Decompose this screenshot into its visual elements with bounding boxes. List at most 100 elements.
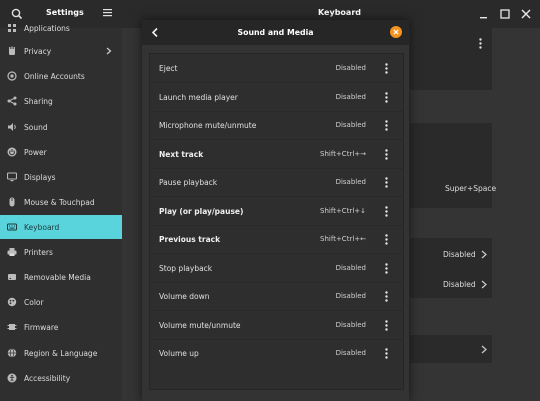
more-options-icon[interactable] — [479, 38, 482, 49]
more-options-icon[interactable] — [385, 348, 388, 359]
sidebar: Applications Privacy Online Accounts Sha… — [0, 24, 122, 401]
sidebar-item-label: Removable Media — [24, 272, 91, 282]
chevron-right-icon[interactable] — [481, 345, 487, 354]
shortcut-accel[interactable]: Disabled — [336, 264, 366, 272]
more-options-icon[interactable] — [385, 148, 388, 160]
sidebar-item-privacy[interactable]: Privacy — [0, 39, 122, 63]
sidebar-item-label: Online Accounts — [24, 71, 85, 81]
more-options-icon[interactable] — [385, 205, 388, 217]
shortcut-name: Volume mute/unmute — [159, 320, 241, 330]
list-item[interactable]: Next track Shift+Ctrl+→ — [150, 140, 403, 169]
list-item[interactable]: Volume down Disabled — [150, 282, 403, 311]
firmware-icon — [7, 324, 17, 330]
sidebar-item-online-accounts[interactable]: Online Accounts — [0, 64, 122, 88]
sidebar-item-label: Power — [24, 147, 47, 157]
shortcut-accel[interactable]: Disabled — [336, 64, 366, 72]
shortcut-name: Volume down — [159, 292, 210, 301]
shortcut-name: Next track — [159, 149, 204, 159]
at-icon — [7, 71, 17, 81]
sidebar-item-color[interactable]: Color — [0, 290, 122, 314]
sidebar-item-power[interactable]: Power — [0, 140, 122, 164]
sidebar-item-label: Region & Language — [24, 348, 98, 358]
share-icon — [7, 96, 17, 106]
sidebar-item-label: Firmware — [24, 322, 59, 332]
list-item[interactable]: Microphone mute/unmute Disabled — [150, 111, 403, 140]
options-panel — [410, 238, 492, 298]
sidebar-item-label: Applications — [24, 23, 70, 33]
sidebar-item-printers[interactable]: Printers — [0, 240, 122, 264]
shortcut-name: Eject — [159, 64, 178, 73]
chevron-right-icon[interactable] — [481, 250, 487, 259]
minimize-icon[interactable] — [478, 8, 490, 20]
sidebar-item-label: Accessibility — [24, 373, 71, 383]
shortcut-name: Previous track — [159, 235, 221, 244]
dialog-title: Sound and Media — [237, 28, 314, 37]
more-options-icon[interactable] — [385, 63, 388, 74]
shortcut-accel[interactable]: Shift+Ctrl+→ — [320, 150, 366, 158]
sidebar-item-label: Sharing — [24, 96, 53, 106]
list-item[interactable]: Play (or play/pause) Shift+Ctrl+↓ — [150, 197, 403, 226]
sidebar-item-label: Sound — [24, 122, 48, 132]
close-icon — [393, 29, 399, 35]
sidebar-item-removable-media[interactable]: Removable Media — [0, 265, 122, 289]
hand-icon — [9, 46, 15, 55]
sidebar-item-label: Displays — [24, 172, 56, 182]
chevron-right-icon[interactable] — [481, 280, 487, 289]
window-title: Keyboard — [318, 8, 361, 17]
keyboard-icon — [7, 223, 17, 231]
more-options-icon[interactable] — [385, 91, 388, 103]
more-options-icon[interactable] — [385, 319, 388, 331]
sidebar-item-firmware[interactable]: Firmware — [0, 315, 122, 339]
extra-panel — [410, 335, 492, 363]
sidebar-item-label: Privacy — [24, 46, 52, 56]
list-item[interactable]: Launch media player Disabled — [150, 83, 403, 112]
sidebar-item-applications[interactable]: Applications — [0, 16, 122, 40]
list-item[interactable]: Eject Disabled — [150, 54, 403, 83]
chevron-right-icon — [106, 47, 112, 55]
sidebar-item-accessibility[interactable]: Accessibility — [0, 366, 122, 390]
shortcut-name: Microphone mute/unmute — [159, 121, 257, 130]
close-window-icon[interactable] — [520, 8, 532, 20]
list-item[interactable]: Stop playback Disabled — [150, 254, 403, 283]
apps-icon — [8, 24, 16, 32]
option-value-2[interactable]: Disabled — [443, 280, 476, 289]
sidebar-item-sound[interactable]: Sound — [0, 115, 122, 139]
list-item[interactable]: Volume up Disabled — [150, 339, 403, 367]
globe-icon — [7, 348, 17, 358]
sidebar-item-label: Keyboard — [24, 222, 60, 232]
sound-and-media-dialog: Sound and Media Eject Disabled Launch me… — [142, 20, 409, 401]
shortcut-accel[interactable]: Disabled — [336, 349, 366, 357]
shortcut-accel[interactable]: Disabled — [336, 93, 366, 101]
shortcut-list: Eject Disabled Launch media player Disab… — [149, 53, 404, 390]
more-options-icon[interactable] — [385, 262, 388, 274]
shortcut-accel[interactable]: Disabled — [336, 178, 366, 186]
shortcut-accel[interactable]: Shift+Ctrl+↓ — [320, 207, 366, 215]
media-icon — [8, 274, 16, 280]
display-icon — [7, 172, 17, 182]
list-item[interactable]: Pause playback Disabled — [150, 168, 403, 197]
list-item[interactable]: Previous track Shift+Ctrl+← — [150, 225, 403, 254]
shortcut-accel[interactable]: Disabled — [336, 121, 366, 129]
speaker-icon — [8, 123, 16, 131]
sidebar-item-sharing[interactable]: Sharing — [0, 89, 122, 113]
more-options-icon[interactable] — [385, 234, 388, 245]
color-icon — [7, 297, 17, 307]
mouse-icon — [9, 197, 15, 207]
shortcut-name: Play (or play/pause) — [159, 206, 244, 216]
close-button[interactable] — [390, 26, 402, 38]
more-options-icon[interactable] — [385, 177, 388, 188]
sidebar-item-mouse-touchpad[interactable]: Mouse & Touchpad — [0, 190, 122, 214]
shortcut-accel[interactable]: Disabled — [336, 292, 366, 300]
maximize-icon[interactable] — [499, 8, 511, 20]
shortcut-accel[interactable]: Shift+Ctrl+← — [320, 235, 366, 243]
sidebar-item-label: Printers — [24, 247, 53, 257]
more-options-icon[interactable] — [385, 291, 388, 302]
shortcut-accel[interactable]: Disabled — [336, 321, 366, 329]
more-options-icon[interactable] — [385, 120, 388, 131]
shortcut-name: Launch media player — [159, 92, 238, 102]
sidebar-item-region-language[interactable]: Region & Language — [0, 341, 122, 365]
option-value-1[interactable]: Disabled — [443, 250, 476, 259]
list-item[interactable]: Volume mute/unmute Disabled — [150, 311, 403, 340]
sidebar-item-displays[interactable]: Displays — [0, 165, 122, 189]
sidebar-item-keyboard[interactable]: Keyboard — [0, 215, 122, 239]
